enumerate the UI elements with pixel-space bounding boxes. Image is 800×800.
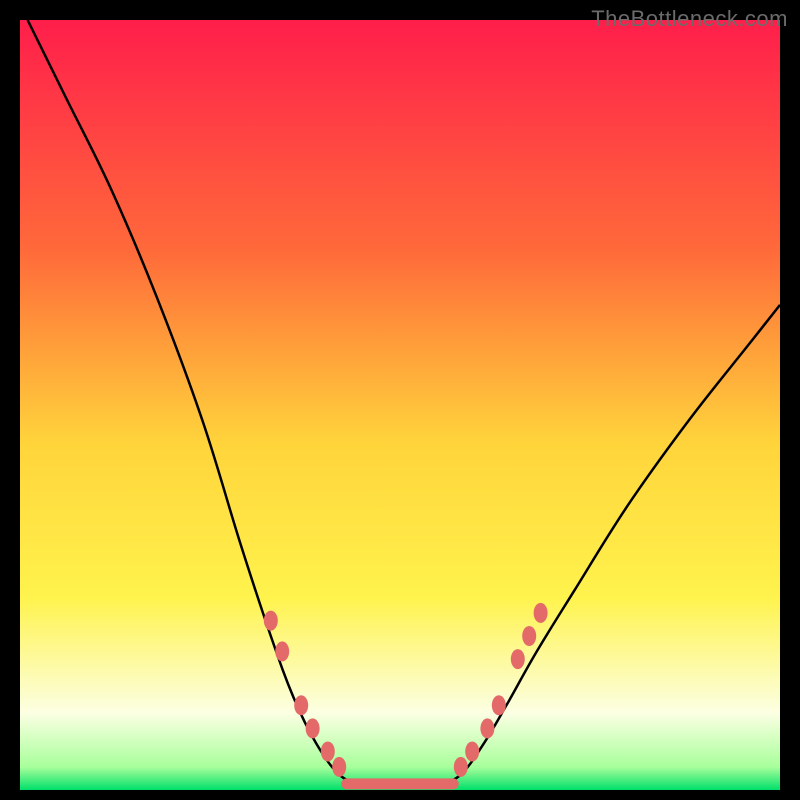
marker-left-5	[332, 757, 346, 777]
chart-frame: TheBottleneck.com	[0, 0, 800, 800]
marker-left-3	[306, 718, 320, 738]
marker-right-6	[534, 603, 548, 623]
plot-area	[20, 20, 780, 790]
marker-left-1	[275, 641, 289, 661]
gradient-background	[20, 20, 780, 790]
chart-svg	[20, 20, 780, 790]
marker-left-4	[321, 742, 335, 762]
marker-right-5	[522, 626, 536, 646]
marker-left-0	[264, 611, 278, 631]
watermark-text: TheBottleneck.com	[591, 6, 788, 32]
marker-right-0	[454, 757, 468, 777]
marker-right-4	[511, 649, 525, 669]
marker-right-1	[465, 742, 479, 762]
marker-right-3	[492, 695, 506, 715]
marker-left-2	[294, 695, 308, 715]
marker-right-2	[480, 718, 494, 738]
